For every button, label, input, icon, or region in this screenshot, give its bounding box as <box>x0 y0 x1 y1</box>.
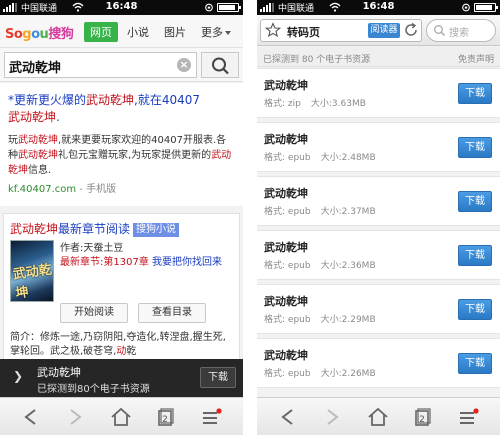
refresh-icon[interactable] <box>403 22 419 38</box>
search-result-ad[interactable]: *更新更火爆的武动乾坤,就在40407 武动乾坤. 玩武动乾坤,就来更要玩家欢迎… <box>0 83 243 206</box>
ebook-meta: 格式: epub 大小:2.48MB <box>264 153 376 163</box>
home-icon[interactable] <box>365 406 391 428</box>
book-intro: 简介：修炼一途,乃窃阴阳,夺造化,转涅盘,握生死,掌轮回。武之极,破苍穹,动乾 <box>10 332 226 357</box>
menu-icon[interactable] <box>198 406 224 428</box>
battery-icon <box>474 3 498 12</box>
browser-header: 转码页 阅读器 搜索 <box>257 15 500 46</box>
ebook-meta: 格式: epub 大小:2.26MB <box>264 369 376 379</box>
status-bar: 中国联通 16:48 <box>0 0 243 15</box>
list-item: 武动乾坤 格式: epub 大小:2.37MB 下载 <box>257 176 500 226</box>
caret-down-icon <box>225 31 231 35</box>
clear-icon[interactable]: × <box>177 58 191 72</box>
search-button[interactable] <box>201 52 239 78</box>
sogou-novel-tag: 搜狗小说 <box>133 223 180 237</box>
ebook-meta: 格式: epub 大小:2.29MB <box>264 315 376 325</box>
search-input[interactable]: 武动乾坤 × <box>4 52 197 78</box>
download-button[interactable]: 下载 <box>458 137 492 158</box>
battery-icon <box>217 3 241 12</box>
download-button[interactable]: 下载 <box>458 245 492 266</box>
book-meta: 作者:天蚕土豆 最新章节:第1307章 我要把你找回来 <box>60 243 223 268</box>
download-button[interactable]: 下载 <box>458 83 492 104</box>
rotation-lock-icon <box>462 3 470 12</box>
reader-mode-button[interactable]: 阅读器 <box>368 23 400 38</box>
resource-count: 已探测到 80 个电子书资源 <box>263 55 371 65</box>
result-snippet: 玩武动乾坤,就来更要玩家欢迎的40407开服表.各种武动乾坤礼包元宝赠玩家,为玩… <box>8 135 232 176</box>
forward-icon[interactable] <box>62 406 88 428</box>
search-icon <box>434 25 446 37</box>
list-item: 武动乾坤 格式: epub 大小:2.48MB 下载 <box>257 122 500 172</box>
ebook-meta: 格式: epub 大小:2.36MB <box>264 261 376 271</box>
ebook-detect-toast[interactable]: ❯ 武动乾坤 已探测到80个电子书资源 下载 <box>0 359 243 397</box>
disclaimer-link[interactable]: 免责声明 <box>458 52 494 65</box>
address-bar[interactable]: 转码页 阅读器 <box>260 19 422 42</box>
browser-toolbar: 2 <box>0 397 243 435</box>
list-item: 武动乾坤 格式: zip 大小:3.63MB 下载 <box>257 68 500 118</box>
tab-novel[interactable]: 小说 <box>121 22 155 42</box>
star-icon[interactable] <box>265 22 281 38</box>
download-button[interactable]: 下载 <box>458 191 492 212</box>
ebook-name: 武动乾坤 <box>264 295 308 308</box>
browser-toolbar: 2 <box>257 397 500 435</box>
svg-text:2: 2 <box>419 415 425 425</box>
status-bar: 中国联通 16:48 <box>257 0 500 15</box>
tab-images[interactable]: 图片 <box>158 22 192 42</box>
ebook-name: 武动乾坤 <box>264 241 308 254</box>
transcode-page-screen: 中国联通 16:48 转码页 阅读器 搜索 已探测到 80 个电子书资源 免责声… <box>257 0 500 435</box>
sogou-logo[interactable]: Sogou搜狗 <box>5 23 74 42</box>
home-icon[interactable] <box>108 406 134 428</box>
list-item: 武动乾坤 格式: epub 大小:2.26MB 下载 <box>257 338 500 388</box>
view-toc-button[interactable]: 查看目录 <box>138 303 206 323</box>
novel-result-card: 武动乾坤最新章节阅读 搜狗小说 武动乾坤 作者:天蚕土豆 最新章节:第1307章 … <box>3 213 240 373</box>
latest-chapter-link[interactable]: 最新章节:第1307章 我要把你找回来 <box>60 257 222 268</box>
download-button[interactable]: 下载 <box>458 353 492 374</box>
forward-icon[interactable] <box>319 406 345 428</box>
result-url[interactable]: kf.40407.com - 手机版 <box>8 180 236 195</box>
search-vertical-tabs: 网页 小说 图片 更多 <box>84 22 237 42</box>
ebook-name: 武动乾坤 <box>264 133 308 146</box>
ebook-name: 武动乾坤 <box>264 349 308 362</box>
back-icon[interactable] <box>18 406 44 428</box>
tab-more[interactable]: 更多 <box>195 22 237 42</box>
search-icon <box>212 57 229 75</box>
svg-text:2: 2 <box>162 415 168 425</box>
download-button[interactable]: 下载 <box>458 299 492 320</box>
ebook-meta: 格式: epub 大小:2.37MB <box>264 207 376 217</box>
resource-summary-bar: 已探测到 80 个电子书资源 免责声明 <box>257 47 500 67</box>
ebook-name: 武动乾坤 <box>264 187 308 200</box>
start-reading-button[interactable]: 开始阅读 <box>60 303 128 323</box>
search-results: *更新更火爆的武动乾坤,就在40407 武动乾坤. 玩武动乾坤,就来更要玩家欢迎… <box>0 83 243 397</box>
book-cover-image[interactable]: 武动乾坤 <box>10 240 54 302</box>
ebook-meta: 格式: zip 大小:3.63MB <box>264 99 366 109</box>
tabs-icon[interactable]: 2 <box>409 406 435 428</box>
rotation-lock-icon <box>205 3 213 12</box>
toast-info: 已探测到80个电子书资源 <box>37 384 150 395</box>
menu-icon[interactable] <box>455 406 481 428</box>
result-title[interactable]: *更新更火爆的武动乾坤,就在40407 武动乾坤. <box>8 92 236 126</box>
sogou-header: Sogou搜狗 网页 小说 图片 更多 <box>0 15 243 48</box>
toast-book-name: 武动乾坤 <box>37 366 81 379</box>
list-item: 武动乾坤 格式: epub 大小:2.29MB 下载 <box>257 284 500 334</box>
search-field[interactable]: 搜索 <box>426 19 496 42</box>
search-bar: 武动乾坤 × <box>0 48 243 82</box>
toast-download-button[interactable]: 下载 <box>200 367 236 388</box>
sogou-search-screen: 中国联通 16:48 Sogou搜狗 网页 小说 图片 更多 武动乾坤 × *更… <box>0 0 243 435</box>
page-title: 转码页 <box>287 26 320 39</box>
list-item: 武动乾坤 格式: epub 大小:2.36MB 下载 <box>257 230 500 280</box>
ebook-name: 武动乾坤 <box>264 79 308 92</box>
tab-web[interactable]: 网页 <box>84 22 118 42</box>
novel-title[interactable]: 武动乾坤最新章节阅读 搜狗小说 <box>10 220 234 237</box>
chevron-right-icon[interactable]: ❯ <box>13 369 23 383</box>
back-icon[interactable] <box>275 406 301 428</box>
tabs-icon[interactable]: 2 <box>152 406 178 428</box>
book-actions: 开始阅读 查看目录 <box>60 303 206 323</box>
